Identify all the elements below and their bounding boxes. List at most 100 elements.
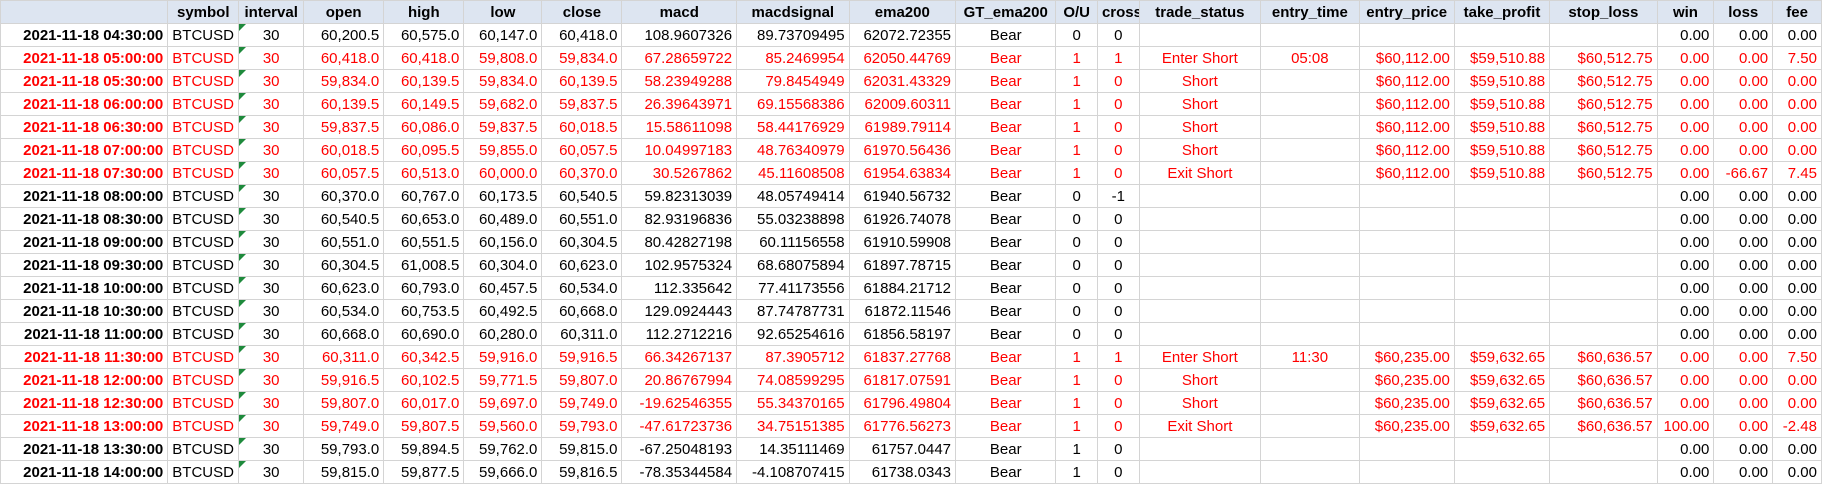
cell-macdsignal[interactable]: 48.05749414 [736, 184, 850, 208]
column-header-cross[interactable]: cross [1096, 0, 1140, 24]
cell-win[interactable]: 0.00 [1656, 253, 1715, 277]
cell-low[interactable]: 59,762.0 [463, 437, 543, 461]
cell-entry-price[interactable] [1358, 276, 1455, 300]
cell-cross[interactable]: -1 [1096, 184, 1140, 208]
cell-stop-loss[interactable] [1549, 299, 1658, 323]
cell-ts[interactable]: 2021-11-18 12:30:00 [0, 391, 169, 415]
cell-ou[interactable]: 1 [1055, 69, 1098, 93]
cell-stop-loss[interactable] [1549, 276, 1658, 300]
cell-win[interactable]: 0.00 [1656, 460, 1715, 484]
cell-interval[interactable]: 30 [238, 322, 305, 346]
cell-symbol[interactable]: BTCUSD [167, 23, 240, 47]
cell-status[interactable] [1138, 230, 1262, 254]
cell-cross[interactable]: 0 [1096, 322, 1140, 346]
column-header-gt-ema200[interactable]: GT_ema200 [955, 0, 1057, 24]
cell-entry-price[interactable] [1358, 299, 1455, 323]
cell-gt[interactable]: Bear [955, 345, 1057, 369]
cell-macd[interactable]: 67.28659722 [621, 46, 738, 70]
cell-open[interactable]: 60,668.0 [303, 322, 385, 346]
cell-low[interactable]: 59,834.0 [463, 69, 543, 93]
cell-ts[interactable]: 2021-11-18 05:00:00 [0, 46, 169, 70]
cell-ou[interactable]: 1 [1055, 115, 1098, 139]
cell-close[interactable]: 60,534.0 [541, 276, 623, 300]
cell-cross[interactable]: 1 [1096, 46, 1140, 70]
cell-take-profit[interactable] [1453, 322, 1551, 346]
cell-entry-time[interactable] [1260, 23, 1360, 47]
cell-take-profit[interactable] [1453, 253, 1551, 277]
cell-status[interactable]: Enter Short [1138, 46, 1262, 70]
cell-high[interactable]: 59,877.5 [383, 460, 465, 484]
cell-stop-loss[interactable]: $60,512.75 [1549, 138, 1658, 162]
cell-interval[interactable]: 30 [238, 299, 305, 323]
cell-status[interactable]: Exit Short [1138, 161, 1262, 185]
cell-loss[interactable]: -66.67 [1713, 161, 1774, 185]
cell-low[interactable]: 60,000.0 [463, 161, 543, 185]
cell-high[interactable]: 60,793.0 [383, 276, 465, 300]
cell-entry-price[interactable]: $60,235.00 [1358, 345, 1455, 369]
cell-ts[interactable]: 2021-11-18 13:30:00 [0, 437, 169, 461]
cell-cross[interactable]: 0 [1096, 207, 1140, 231]
cell-ema200[interactable]: 61989.79114 [848, 115, 957, 139]
cell-ema200[interactable]: 62031.43329 [848, 69, 957, 93]
cell-cross[interactable]: 0 [1096, 253, 1140, 277]
cell-low[interactable]: 59,855.0 [463, 138, 543, 162]
cell-cross[interactable]: 0 [1096, 92, 1140, 116]
cell-high[interactable]: 60,513.0 [383, 161, 465, 185]
cell-close[interactable]: 59,916.5 [541, 345, 623, 369]
cell-macd[interactable]: 80.42827198 [621, 230, 738, 254]
cell-macdsignal[interactable]: 68.68075894 [736, 253, 850, 277]
cell-interval[interactable]: 30 [238, 207, 305, 231]
cell-open[interactable]: 60,018.5 [303, 138, 385, 162]
cell-macd[interactable]: 129.0924443 [621, 299, 738, 323]
cell-entry-time[interactable] [1260, 299, 1360, 323]
cell-open[interactable]: 59,749.0 [303, 414, 385, 438]
cell-gt[interactable]: Bear [955, 23, 1057, 47]
header-corner[interactable] [0, 0, 169, 24]
cell-ema200[interactable]: 61897.78715 [848, 253, 957, 277]
cell-low[interactable]: 60,173.5 [463, 184, 543, 208]
cell-loss[interactable]: 0.00 [1713, 299, 1774, 323]
cell-ou[interactable]: 1 [1055, 138, 1098, 162]
cell-ts[interactable]: 2021-11-18 12:00:00 [0, 368, 169, 392]
cell-cross[interactable]: 0 [1096, 69, 1140, 93]
cell-macdsignal[interactable]: 34.75151385 [736, 414, 850, 438]
cell-entry-price[interactable]: $60,235.00 [1358, 391, 1455, 415]
cell-entry-price[interactable]: $60,112.00 [1358, 161, 1455, 185]
cell-symbol[interactable]: BTCUSD [167, 92, 240, 116]
cell-macd[interactable]: 20.86767994 [621, 368, 738, 392]
cell-entry-price[interactable]: $60,112.00 [1358, 138, 1455, 162]
cell-status[interactable]: Short [1138, 115, 1262, 139]
cell-stop-loss[interactable]: $60,512.75 [1549, 92, 1658, 116]
cell-low[interactable]: 59,808.0 [463, 46, 543, 70]
cell-status[interactable] [1138, 184, 1262, 208]
cell-ema200[interactable]: 61856.58197 [848, 322, 957, 346]
cell-macd[interactable]: -78.35344584 [621, 460, 738, 484]
cell-gt[interactable]: Bear [955, 414, 1057, 438]
cell-win[interactable]: 0.00 [1656, 184, 1715, 208]
cell-fee[interactable]: 0.00 [1772, 299, 1822, 323]
cell-close[interactable]: 60,551.0 [541, 207, 623, 231]
cell-symbol[interactable]: BTCUSD [167, 161, 240, 185]
cell-macdsignal[interactable]: 92.65254616 [736, 322, 850, 346]
cell-low[interactable]: 59,837.5 [463, 115, 543, 139]
cell-win[interactable]: 0.00 [1656, 161, 1715, 185]
cell-cross[interactable]: 0 [1096, 299, 1140, 323]
cell-ema200[interactable]: 61796.49804 [848, 391, 957, 415]
cell-macdsignal[interactable]: 74.08599295 [736, 368, 850, 392]
cell-ts[interactable]: 2021-11-18 07:30:00 [0, 161, 169, 185]
cell-stop-loss[interactable]: $60,512.75 [1549, 115, 1658, 139]
cell-stop-loss[interactable] [1549, 23, 1658, 47]
column-header-symbol[interactable]: symbol [167, 0, 240, 24]
column-header-stop-loss[interactable]: stop_loss [1549, 0, 1658, 24]
cell-gt[interactable]: Bear [955, 276, 1057, 300]
cell-entry-price[interactable]: $60,235.00 [1358, 368, 1455, 392]
cell-status[interactable] [1138, 322, 1262, 346]
cell-stop-loss[interactable] [1549, 322, 1658, 346]
cell-interval[interactable]: 30 [238, 345, 305, 369]
cell-close[interactable]: 59,807.0 [541, 368, 623, 392]
cell-ema200[interactable]: 62072.72355 [848, 23, 957, 47]
cell-close[interactable]: 59,749.0 [541, 391, 623, 415]
cell-open[interactable]: 59,834.0 [303, 69, 385, 93]
cell-win[interactable]: 0.00 [1656, 92, 1715, 116]
cell-ts[interactable]: 2021-11-18 08:30:00 [0, 207, 169, 231]
